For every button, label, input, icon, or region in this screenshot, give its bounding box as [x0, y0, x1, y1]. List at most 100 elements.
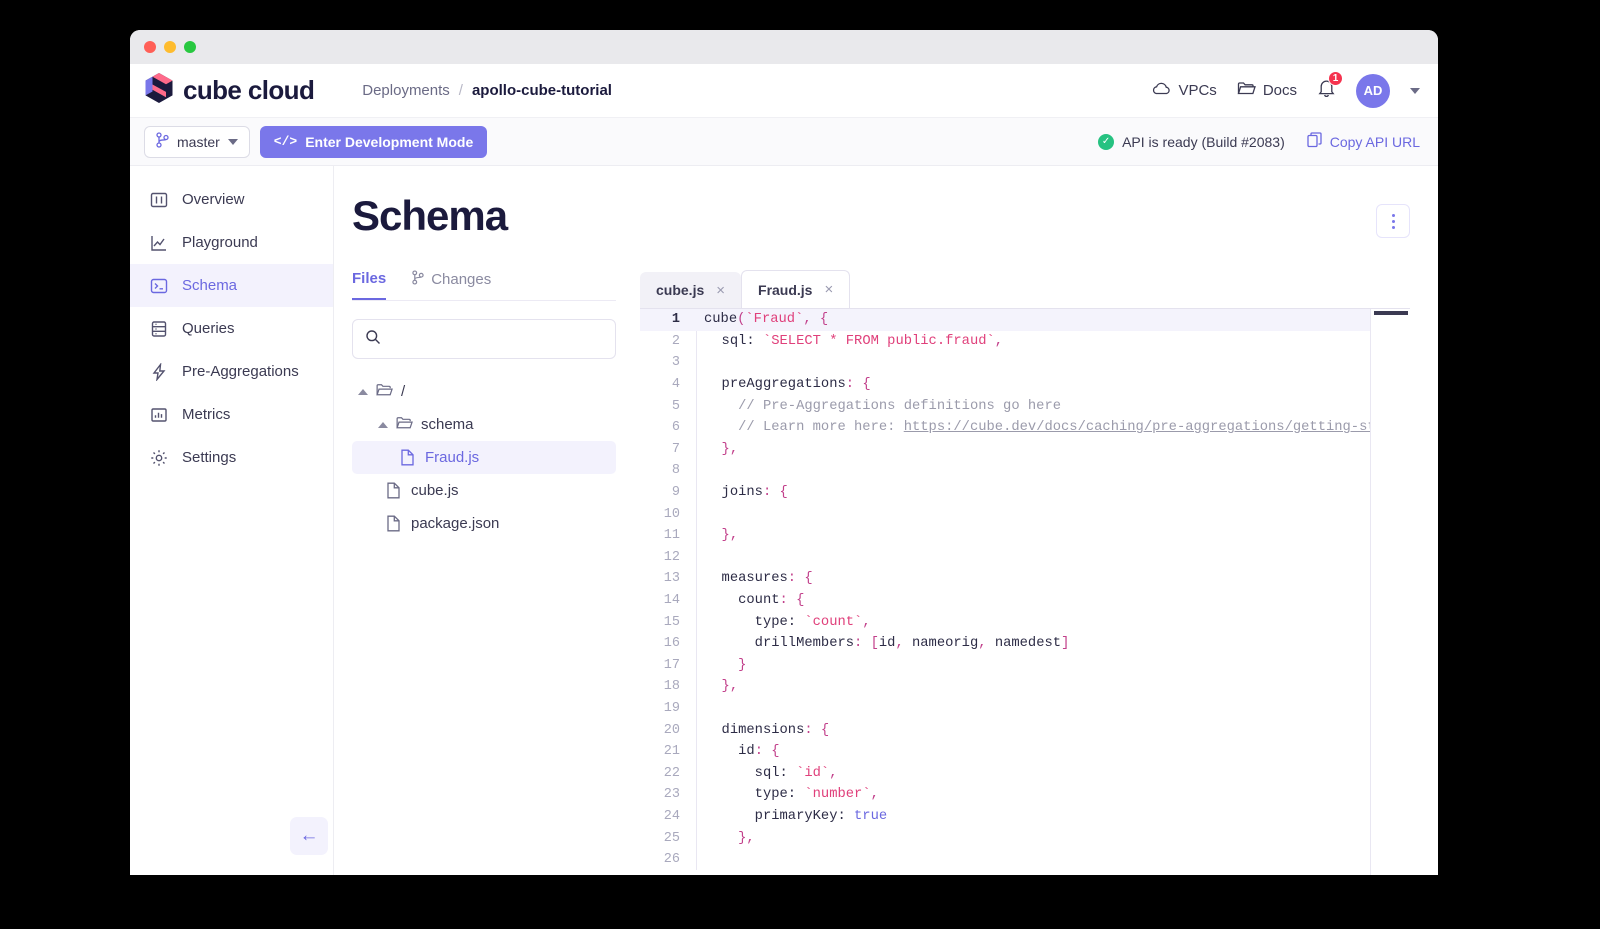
brand-logo[interactable]: cube cloud — [144, 72, 315, 109]
minimap-viewport[interactable] — [1374, 311, 1408, 315]
code-line[interactable]: 7 }, — [640, 438, 1410, 461]
chevron-down-icon — [227, 138, 238, 145]
api-status: ✓ API is ready (Build #2083) — [1098, 133, 1285, 150]
code-line[interactable]: 8 — [640, 460, 1410, 482]
close-icon[interactable]: × — [716, 282, 725, 299]
line-number: 1 — [671, 312, 680, 328]
check-circle-icon: ✓ — [1098, 133, 1115, 150]
notifications-button[interactable]: 1 — [1317, 71, 1343, 103]
collapse-sidebar-button[interactable]: ← — [290, 817, 328, 855]
code-editor[interactable]: 1 cube(`Fraud`, {2 sql: `SELECT * FROM pu… — [640, 308, 1410, 875]
tab-changes[interactable]: Changes — [412, 270, 491, 300]
indent-guide — [696, 503, 697, 525]
code-token: `Fraud` — [745, 312, 804, 328]
indent-guide — [696, 848, 697, 871]
branch-selector[interactable]: master — [144, 125, 250, 158]
code-token[interactable]: https://cube.dev/docs/caching/pre-aggreg… — [904, 420, 1410, 435]
code-line[interactable]: 2 sql: `SELECT * FROM public.fraud`, — [640, 330, 1410, 353]
sidebar-item-playground[interactable]: Playground — [130, 221, 333, 264]
code-line[interactable]: 4 preAggregations: { — [640, 373, 1410, 396]
page-options-menu-button[interactable] — [1376, 204, 1410, 238]
close-window-dot[interactable] — [144, 41, 156, 53]
breadcrumb-deployments[interactable]: Deployments — [362, 82, 450, 99]
code-line[interactable]: 18 }, — [640, 676, 1410, 698]
editor-tab-fraud-js[interactable]: Fraud.js × — [741, 270, 851, 308]
tree-file-fraud-js[interactable]: Fraud.js — [352, 441, 616, 474]
sidebar-item-schema[interactable]: Schema — [130, 264, 333, 307]
code-text: measures: { — [697, 571, 813, 586]
line-number: 19 — [663, 700, 680, 716]
tree-file-package-json[interactable]: package.json — [352, 507, 616, 540]
folder-open-icon — [396, 416, 413, 433]
chevron-expanded-icon[interactable] — [378, 421, 388, 428]
folder-icon — [1237, 81, 1256, 100]
code-line[interactable]: 16 drillMembers: [id, nameorig, namedest… — [640, 632, 1410, 655]
tree-folder-root[interactable]: / — [352, 375, 616, 408]
copy-api-url-label: Copy API URL — [1329, 133, 1420, 150]
chevron-down-icon[interactable] — [1410, 87, 1420, 94]
docs-label: Docs — [1262, 82, 1297, 99]
code-line[interactable]: 6 // Learn more here: https://cube.dev/d… — [640, 416, 1410, 439]
code-line[interactable]: 3 — [640, 352, 1410, 374]
code-line[interactable]: 9 joins: { — [640, 481, 1410, 504]
close-icon[interactable]: × — [824, 281, 833, 298]
sidebar: Overview Playground Schema Queries Pre-A… — [130, 166, 334, 875]
code-line[interactable]: 25 }, — [640, 827, 1410, 849]
code-line[interactable]: 12 — [640, 546, 1410, 569]
minimize-window-dot[interactable] — [164, 41, 176, 53]
sidebar-item-label: Pre-Aggregations — [182, 363, 299, 380]
sidebar-item-settings[interactable]: Settings — [130, 436, 333, 479]
code-line[interactable]: 26 — [640, 848, 1410, 871]
line-number: 11 — [663, 528, 680, 544]
code-line[interactable]: 17 } — [640, 654, 1410, 677]
tab-files[interactable]: Files — [352, 270, 387, 300]
code-token: true — [854, 808, 888, 824]
code-line[interactable]: 22 sql: `id`, — [640, 762, 1410, 785]
code-line[interactable]: 19 — [640, 697, 1410, 720]
code-line[interactable]: 11 }, — [640, 524, 1410, 547]
indent-guide — [696, 460, 697, 482]
page-header: Schema — [352, 166, 1410, 240]
page-title: Schema — [352, 192, 508, 239]
chevron-expanded-icon[interactable] — [358, 388, 368, 395]
sidebar-item-overview[interactable]: Overview — [130, 178, 333, 221]
line-number: 23 — [663, 787, 680, 803]
code-line[interactable]: 10 — [640, 503, 1410, 525]
maximize-window-dot[interactable] — [184, 41, 196, 53]
copy-api-url-button[interactable]: Copy API URL — [1307, 132, 1420, 151]
code-line[interactable]: 24 primaryKey: true — [640, 805, 1410, 828]
code-line[interactable]: 21 id: { — [640, 740, 1410, 763]
sidebar-item-metrics[interactable]: Metrics — [130, 393, 333, 436]
code-token: dimensions — [705, 722, 805, 738]
sidebar-item-label: Queries — [182, 320, 235, 337]
bar-chart-icon — [150, 406, 168, 424]
code-line[interactable]: 14 count: { — [640, 589, 1410, 612]
breadcrumb-separator: / — [458, 82, 463, 99]
tree-file-cube-js[interactable]: cube.js — [352, 474, 616, 507]
code-line[interactable]: 20 dimensions: { — [640, 719, 1410, 741]
code-line[interactable]: 1 cube(`Fraud`, { — [640, 309, 1410, 331]
code-line[interactable]: 15 type: `count`, — [640, 611, 1410, 633]
enter-development-mode-button[interactable]: </> Enter Development Mode — [259, 125, 488, 158]
tree-folder-schema[interactable]: schema — [352, 408, 616, 441]
file-search-input[interactable] — [390, 331, 603, 347]
file-search-box[interactable] — [352, 319, 616, 359]
copy-icon — [1307, 132, 1322, 151]
docs-link[interactable]: Docs — [1237, 81, 1297, 100]
sidebar-item-queries[interactable]: Queries — [130, 307, 333, 350]
line-number: 15 — [663, 614, 680, 630]
code-text: dimensions: { — [697, 722, 830, 738]
editor-minimap[interactable] — [1370, 309, 1410, 875]
avatar[interactable]: AD — [1356, 73, 1390, 108]
code-line[interactable]: 5 // Pre-Aggregations definitions go her… — [640, 395, 1410, 417]
editor-tab-cube-js[interactable]: cube.js × — [640, 272, 742, 308]
code-line[interactable]: 23 type: `number`, — [640, 784, 1410, 806]
code-line[interactable]: 13 measures: { — [640, 568, 1410, 590]
code-token: preAggregations — [705, 377, 846, 393]
code-token: : { — [762, 485, 788, 501]
vpcs-link[interactable]: VPCs — [1152, 82, 1217, 100]
sidebar-item-pre-aggregations[interactable]: Pre-Aggregations — [130, 350, 333, 393]
code-token: `SELECT * FROM public.fraud` — [762, 333, 995, 349]
code-token: : { — [845, 377, 871, 393]
cloud-icon — [1152, 82, 1171, 100]
